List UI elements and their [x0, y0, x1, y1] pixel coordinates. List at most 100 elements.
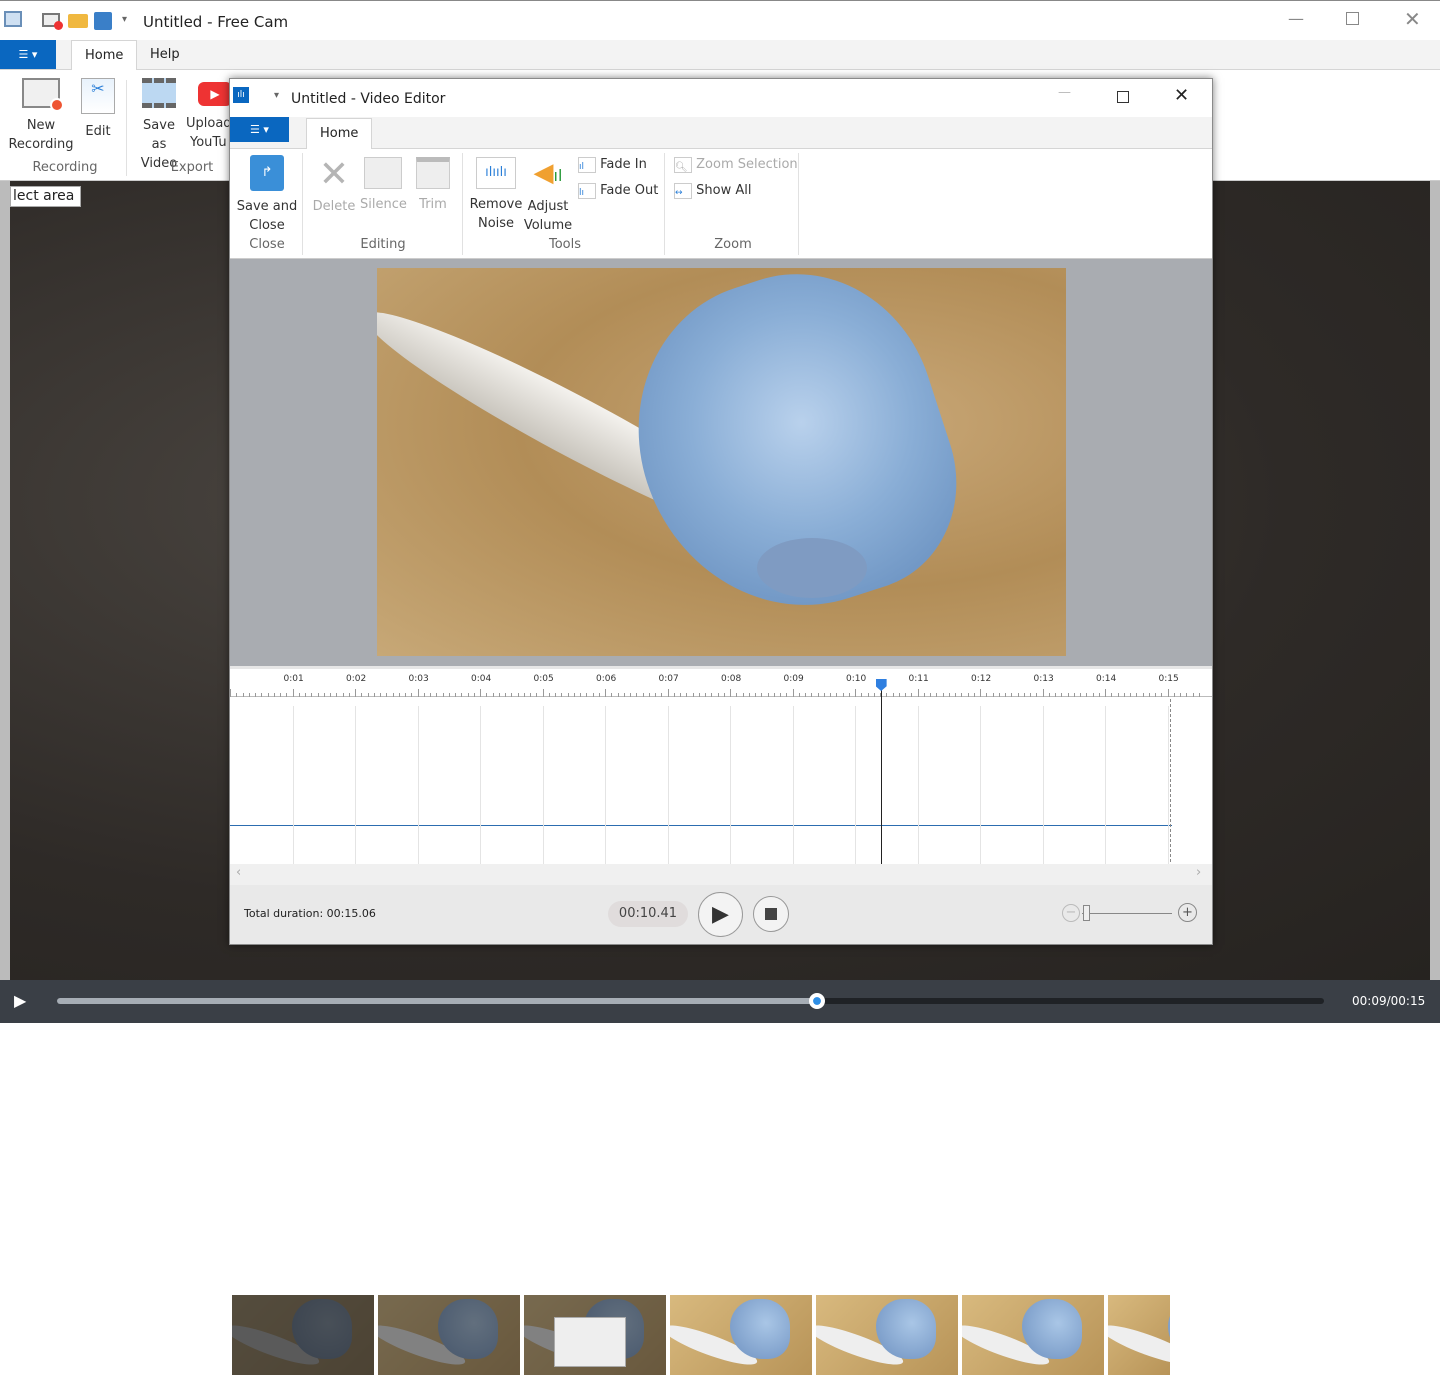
adjust-volume-button[interactable]: ◀ıl Adjust Volume — [522, 155, 574, 235]
tick-mark — [1111, 693, 1113, 697]
remove-noise-icon: ılıılı — [476, 157, 516, 189]
tab-help[interactable]: Help — [137, 40, 193, 70]
editor-footer: Total duration: 00:15.06 00:10.41 ▶ − + — [230, 885, 1212, 944]
tab-home[interactable]: Home — [306, 118, 373, 149]
tick-mark — [748, 693, 750, 697]
fade-out-button[interactable]: lı Fade Out — [578, 181, 658, 200]
tick-mark — [967, 693, 969, 697]
stop-button[interactable] — [753, 896, 789, 932]
label: Recording — [8, 137, 74, 152]
quick-access-dropdown-icon[interactable]: ▾ — [274, 90, 279, 101]
tick-mark — [530, 693, 531, 697]
tick-mark — [605, 689, 606, 697]
tick-mark — [817, 693, 819, 697]
tick-mark — [473, 693, 475, 697]
tick-mark — [298, 693, 300, 697]
video-thumbnail[interactable] — [816, 1295, 958, 1375]
tab-home[interactable]: Home — [71, 40, 138, 70]
scroll-right-icon[interactable]: › — [1196, 865, 1201, 880]
tick-mark — [986, 693, 988, 697]
fade-in-icon: ıl — [578, 156, 596, 173]
tick-mark — [255, 693, 256, 697]
tick-mark — [436, 693, 438, 697]
tick-mark — [1005, 693, 1006, 697]
grid-line — [417, 706, 419, 867]
horizontal-scrollbar[interactable]: ‹ › — [230, 864, 1212, 885]
edit-button[interactable]: ✂ Edit — [78, 78, 118, 141]
fade-in-button[interactable]: ıl Fade In — [578, 155, 647, 174]
group-recording: Recording — [32, 160, 98, 175]
video-thumbnail[interactable] — [524, 1295, 666, 1375]
timeline[interactable]: 0:01 0:02 0:03 0:04 0:05 0:06 0:07 0:08 0:09 0:10… — [230, 666, 1212, 1375]
open-folder-icon[interactable] — [68, 14, 88, 28]
tick-mark — [736, 693, 738, 697]
save-as-video-button[interactable]: Save as Video — [134, 78, 184, 173]
tick-mark — [961, 693, 963, 697]
tick-mark — [1123, 693, 1125, 697]
video-thumbnail[interactable] — [670, 1295, 812, 1375]
video-thumbnail[interactable] — [1108, 1295, 1170, 1375]
maximize-button[interactable] — [1346, 12, 1359, 25]
grid-line — [1105, 706, 1106, 867]
show-all-button[interactable]: ↔ Show All — [674, 181, 751, 200]
new-recording-button[interactable]: New Recording — [8, 78, 74, 154]
scroll-left-icon[interactable]: ‹ — [236, 865, 241, 880]
play-button[interactable]: ▶ — [698, 892, 743, 937]
close-button[interactable]: ✕ — [1174, 85, 1189, 106]
tick-mark — [1073, 693, 1075, 697]
edit-icon: ✂ — [81, 78, 115, 114]
tick-label: 0:15 — [1158, 674, 1179, 684]
tick-mark — [742, 693, 744, 697]
file-menu-button[interactable]: ☰ ▾ — [0, 40, 56, 69]
tick-mark — [480, 689, 481, 697]
tick-mark — [905, 693, 906, 697]
divider — [798, 153, 799, 255]
video-thumbnail[interactable] — [378, 1295, 520, 1375]
tick-mark — [886, 693, 888, 697]
close-button[interactable]: ✕ — [1404, 7, 1421, 31]
tick-label: 0:08 — [721, 674, 742, 684]
delete-button[interactable]: ✕ Delete — [310, 155, 358, 216]
trim-button[interactable]: Trim — [410, 155, 456, 214]
timeline-ruler[interactable]: 0:01 0:02 0:03 0:04 0:05 0:06 0:07 0:08 0:09 0:10… — [230, 669, 1212, 697]
tick-mark — [923, 693, 925, 697]
tick-mark — [361, 693, 363, 697]
remove-noise-button[interactable]: ılıılı Remove Noise — [468, 155, 524, 233]
silence-button[interactable]: Silence — [360, 155, 407, 214]
label: Zoom Selection — [696, 157, 798, 172]
video-thumbnail[interactable] — [232, 1295, 374, 1375]
tick-mark — [873, 693, 875, 697]
seek-handle[interactable] — [809, 993, 826, 1009]
tick-mark — [823, 693, 825, 697]
zoom-slider[interactable] — [1082, 913, 1172, 914]
select-area-label[interactable]: lect area — [10, 186, 82, 207]
zoom-selection-button[interactable]: 🔍︎ Zoom Selection — [674, 155, 798, 174]
tick-mark — [380, 693, 381, 697]
preview-border — [1430, 181, 1440, 980]
new-recording-quick-icon[interactable] — [42, 13, 63, 30]
save-icon[interactable] — [94, 12, 112, 30]
quick-access-dropdown-icon[interactable]: ▾ — [122, 14, 127, 25]
minimize-button[interactable]: — — [1058, 85, 1071, 100]
tick-mark — [1142, 693, 1144, 697]
seek-bar[interactable] — [57, 993, 1324, 1009]
tick-mark — [705, 693, 706, 697]
save-and-close-button[interactable]: ↱ Save and Close — [236, 155, 298, 235]
tick-mark — [980, 689, 981, 697]
playhead[interactable] — [875, 679, 887, 867]
tick-mark — [1192, 693, 1194, 697]
zoom-slider-handle[interactable] — [1083, 905, 1090, 921]
maximize-button[interactable] — [1117, 91, 1129, 103]
video-thumbnail[interactable] — [962, 1295, 1104, 1375]
tick-mark — [598, 693, 600, 697]
youtube-icon: ▶ — [198, 82, 232, 106]
play-icon[interactable]: ▶ — [14, 991, 26, 1010]
tick-mark — [680, 693, 681, 697]
zoom-in-button[interactable]: + — [1178, 903, 1197, 922]
editor-file-menu-button[interactable]: ☰ ▾ — [230, 117, 289, 142]
tick-mark — [1086, 693, 1088, 697]
zoom-out-button[interactable]: − — [1062, 904, 1080, 922]
tick-mark — [542, 689, 544, 697]
minimize-button[interactable]: — — [1288, 9, 1304, 28]
tick-mark — [511, 693, 513, 697]
